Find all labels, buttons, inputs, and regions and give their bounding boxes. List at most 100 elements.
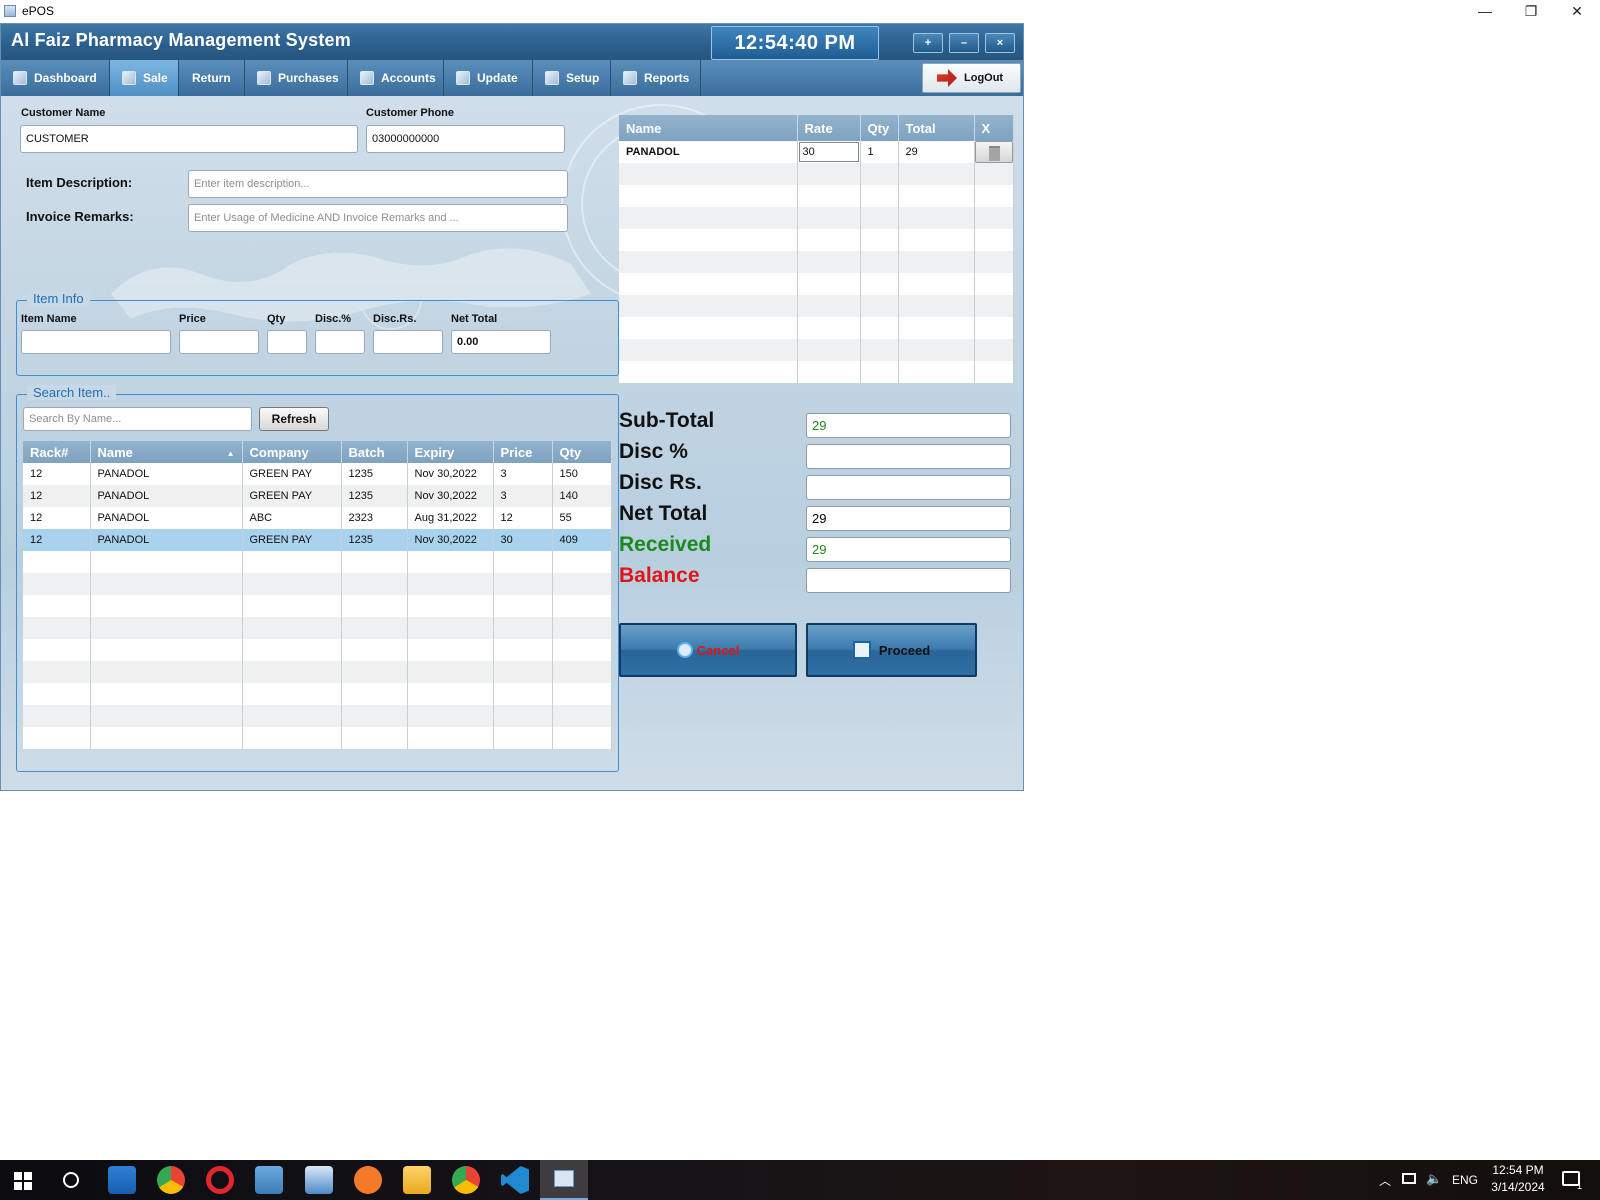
- cart-row[interactable]: PANADOL 30 1 29: [619, 141, 1014, 163]
- folder-icon[interactable]: [403, 1166, 431, 1194]
- taskbar-date[interactable]: 3/14/2024: [1486, 1180, 1550, 1194]
- vscode-icon[interactable]: [501, 1166, 529, 1194]
- column-header[interactable]: Qty: [860, 115, 899, 141]
- opera-icon[interactable]: [206, 1166, 234, 1194]
- column-header[interactable]: Company: [242, 441, 342, 463]
- disc-rs-input[interactable]: [373, 330, 443, 354]
- empty-cell: [619, 207, 798, 229]
- show-hidden-icons-icon[interactable]: ︿: [1379, 1172, 1391, 1189]
- empty-cell: [23, 727, 91, 749]
- empty-row: [619, 185, 1014, 207]
- column-header[interactable]: Total: [898, 115, 975, 141]
- laptop-app-icon[interactable]: [305, 1166, 333, 1194]
- cancel-icon: [676, 642, 693, 658]
- cart-rate-input[interactable]: 30: [798, 142, 859, 162]
- received-field[interactable]: 29: [806, 537, 1011, 562]
- column-header[interactable]: X: [974, 115, 1014, 141]
- tab-dashboard[interactable]: Dashboard: [1, 60, 110, 96]
- tab-sale[interactable]: Sale: [110, 60, 179, 96]
- app-maximize-button[interactable]: +: [913, 33, 943, 53]
- tab-label: Accounts: [381, 71, 436, 85]
- empty-cell: [23, 683, 91, 705]
- disc-pct-input[interactable]: [315, 330, 365, 354]
- file-manager-icon[interactable]: [108, 1166, 136, 1194]
- subtotal-field[interactable]: 29: [806, 413, 1011, 438]
- table-row[interactable]: 12 PANADOL ABC 2323 Aug 31,2022 12 55: [23, 507, 612, 529]
- minimize-button[interactable]: —: [1462, 0, 1508, 23]
- table-row[interactable]: 12 PANADOL GREEN PAY 1235 Nov 30,2022 3 140: [23, 485, 612, 507]
- empty-cell: [493, 617, 553, 639]
- empty-cell: [619, 339, 798, 361]
- item-name-input[interactable]: [21, 330, 171, 354]
- chrome-profile-icon[interactable]: [452, 1166, 480, 1194]
- start-icon[interactable]: [14, 1172, 32, 1190]
- empty-cell: [974, 251, 1014, 273]
- empty-row: [619, 251, 1014, 273]
- column-header[interactable]: Price: [493, 441, 553, 463]
- invoice-remarks-input[interactable]: Enter Usage of Medicine AND Invoice Rema…: [188, 204, 568, 232]
- cancel-button[interactable]: Cancel: [619, 623, 797, 677]
- tab-reports[interactable]: Reports: [611, 60, 701, 96]
- column-header[interactable]: Name: [619, 115, 798, 141]
- network-app-icon[interactable]: [255, 1166, 283, 1194]
- search-input[interactable]: Search By Name...: [23, 407, 252, 431]
- refresh-button[interactable]: Refresh: [259, 407, 329, 431]
- app-minimize-button[interactable]: –: [949, 33, 979, 53]
- empty-cell: [242, 727, 342, 749]
- customer-phone-input[interactable]: 03000000000: [366, 125, 565, 153]
- delete-item-icon[interactable]: [974, 141, 1012, 163]
- empty-cell: [898, 317, 975, 339]
- disc-pct-field[interactable]: [806, 444, 1011, 469]
- table-row[interactable]: 12 PANADOL GREEN PAY 1235 Nov 30,2022 3 150: [23, 463, 612, 485]
- column-header[interactable]: Qty: [552, 441, 612, 463]
- column-header[interactable]: Rate: [797, 115, 861, 141]
- search-icon[interactable]: [63, 1172, 79, 1188]
- reports-icon: [623, 71, 637, 85]
- empty-cell: [619, 295, 798, 317]
- update-icon: [456, 71, 470, 85]
- cart-qty: 1: [860, 141, 899, 163]
- language-indicator[interactable]: ENG: [1452, 1173, 1478, 1187]
- tab-return[interactable]: Return: [179, 60, 245, 96]
- customer-name-input[interactable]: CUSTOMER: [20, 125, 358, 153]
- close-button[interactable]: ✕: [1554, 0, 1600, 23]
- tab-update[interactable]: Update: [444, 60, 533, 96]
- tab-setup[interactable]: Setup: [533, 60, 611, 96]
- logout-button[interactable]: LogOut: [922, 63, 1021, 93]
- table-cell: 409: [552, 529, 612, 551]
- proceed-button[interactable]: Proceed: [806, 623, 977, 677]
- empty-cell: [797, 361, 861, 383]
- volume-icon[interactable]: 🔈: [1426, 1171, 1442, 1187]
- empty-cell: [242, 683, 342, 705]
- sublime-icon[interactable]: [354, 1166, 382, 1194]
- sale-icon: [122, 71, 136, 85]
- table-row-selected[interactable]: 12 PANADOL GREEN PAY 1235 Nov 30,2022 30 409: [23, 529, 612, 551]
- price-input[interactable]: [179, 330, 259, 354]
- tab-purchases[interactable]: Purchases: [245, 60, 348, 96]
- disc-rs-field[interactable]: [806, 475, 1011, 500]
- disc-rs-summary-label: Disc Rs.: [619, 471, 702, 494]
- net-total-input[interactable]: 0.00: [451, 330, 551, 354]
- logout-icon: [937, 69, 957, 87]
- balance-field[interactable]: [806, 568, 1011, 593]
- column-header[interactable]: Batch: [341, 441, 408, 463]
- epos-taskbar-item[interactable]: [540, 1160, 588, 1200]
- column-header[interactable]: Rack#: [23, 441, 91, 463]
- empty-cell: [797, 251, 861, 273]
- table-cell: Nov 30,2022: [407, 485, 494, 507]
- column-header[interactable]: Name ▲: [90, 441, 243, 463]
- empty-cell: [407, 573, 494, 595]
- net-total-field[interactable]: 29: [806, 506, 1011, 531]
- qty-input[interactable]: [267, 330, 307, 354]
- accounts-icon: [360, 71, 374, 85]
- tab-accounts[interactable]: Accounts: [348, 60, 444, 96]
- chrome-icon[interactable]: [157, 1166, 185, 1194]
- app-close-button[interactable]: ×: [985, 33, 1015, 53]
- network-icon[interactable]: [1402, 1173, 1416, 1184]
- cart-table-header: Name Rate Qty Total X: [619, 115, 1014, 141]
- restore-button[interactable]: ❐: [1508, 0, 1554, 23]
- item-description-input[interactable]: Enter item description...: [188, 170, 568, 198]
- taskbar-time[interactable]: 12:54 PM: [1488, 1163, 1548, 1177]
- column-header[interactable]: Expiry: [407, 441, 494, 463]
- dashboard-icon: [13, 71, 27, 85]
